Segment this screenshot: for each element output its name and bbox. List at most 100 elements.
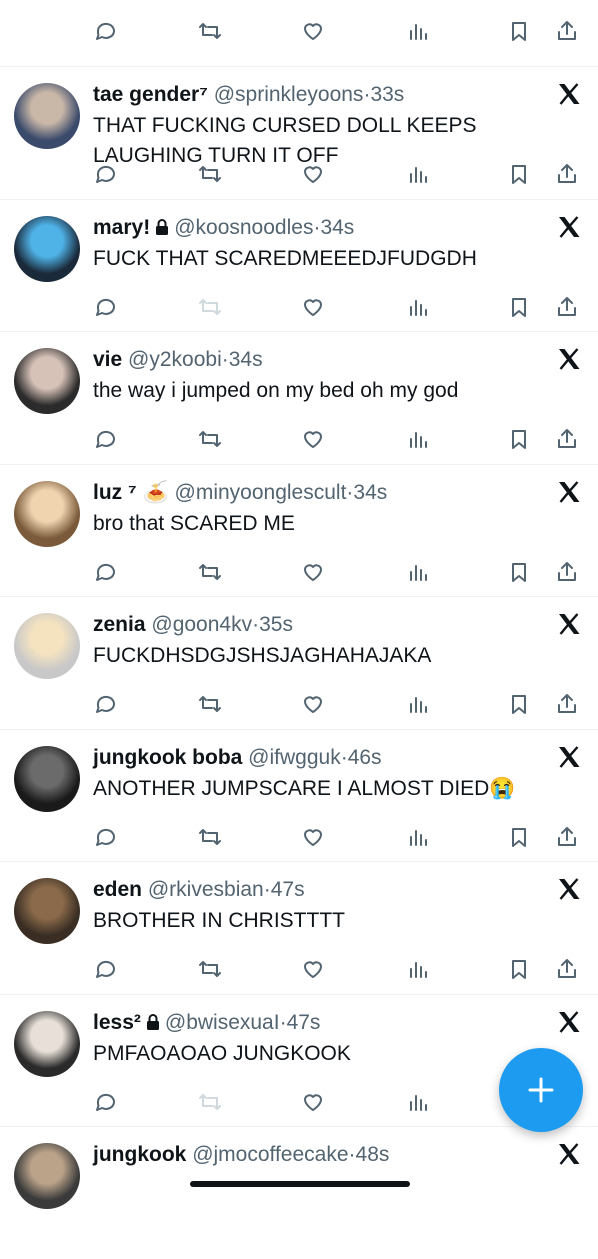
reply-button[interactable] [91, 823, 121, 853]
timestamp[interactable]: 46s [348, 746, 382, 769]
share-button[interactable] [553, 17, 583, 47]
retweet-button[interactable] [195, 955, 225, 985]
bookmark-button[interactable] [505, 955, 535, 985]
retweet-button[interactable] [195, 425, 225, 455]
handle[interactable]: @koosnoodles [174, 216, 313, 239]
display-name[interactable]: zenia [93, 613, 146, 636]
avatar[interactable] [14, 1143, 80, 1209]
like-button[interactable] [299, 160, 329, 190]
like-button[interactable] [299, 558, 329, 588]
like-button[interactable] [299, 690, 329, 720]
like-button[interactable] [299, 1088, 329, 1118]
like-button[interactable] [299, 823, 329, 853]
reply-button[interactable] [91, 558, 121, 588]
avatar[interactable] [14, 878, 80, 944]
tweet[interactable]: mary! @koosnoodles·34s FUCK THAT SCAREDMEE… [0, 199, 598, 332]
display-name[interactable]: vie [93, 348, 122, 371]
retweet-button[interactable] [195, 1088, 225, 1118]
timestamp[interactable]: 47s [271, 878, 305, 901]
views-button[interactable] [403, 1088, 433, 1118]
reply-button[interactable] [91, 293, 121, 323]
timestamp[interactable]: 34s [229, 348, 263, 371]
views-button[interactable] [403, 160, 433, 190]
like-button[interactable] [299, 955, 329, 985]
avatar[interactable] [14, 481, 80, 547]
reply-button[interactable] [91, 160, 121, 190]
timestamp[interactable]: 47s [287, 1011, 321, 1034]
handle[interactable]: @goon4kv [151, 613, 252, 636]
bookmark-button[interactable] [505, 293, 535, 323]
retweet-button[interactable] [195, 293, 225, 323]
handle[interactable]: @jmocoffeecake [192, 1143, 348, 1166]
reply-button[interactable] [91, 17, 121, 47]
display-name[interactable]: jungkook [93, 1143, 186, 1166]
reply-button[interactable] [91, 425, 121, 455]
share-button[interactable] [553, 425, 583, 455]
reply-button[interactable] [91, 1088, 121, 1118]
display-name[interactable]: jungkook boba [93, 746, 242, 769]
handle[interactable]: @y2koobi [128, 348, 222, 371]
compose-tweet-button[interactable] [499, 1048, 583, 1132]
like-button[interactable] [299, 17, 329, 47]
display-name[interactable]: eden [93, 878, 142, 901]
avatar[interactable] [14, 216, 80, 282]
bookmark-button[interactable] [505, 17, 535, 47]
bookmark-button[interactable] [505, 160, 535, 190]
share-button[interactable] [553, 690, 583, 720]
views-button[interactable] [403, 955, 433, 985]
handle[interactable]: @sprinkleyoons [214, 83, 364, 106]
retweet-button[interactable] [195, 690, 225, 720]
x-logo-icon [556, 744, 582, 770]
bookmark-button[interactable] [505, 690, 535, 720]
avatar[interactable] [14, 83, 80, 149]
display-name[interactable]: less² [93, 1011, 141, 1034]
avatar[interactable] [14, 348, 80, 414]
reply-button[interactable] [91, 690, 121, 720]
reply-button[interactable] [91, 955, 121, 985]
retweet-button[interactable] [195, 558, 225, 588]
display-name[interactable]: tae gender⁷ [93, 83, 208, 106]
avatar[interactable] [14, 613, 80, 679]
views-button[interactable] [403, 293, 433, 323]
share-button[interactable] [553, 160, 583, 190]
timestamp[interactable]: 48s [356, 1143, 390, 1166]
tweet[interactable]: vie @y2koobi·34s the way i jumped on my b… [0, 331, 598, 464]
tweet[interactable]: luz ⁷ 🍝 @minyoonglescult·34s bro that SCA… [0, 464, 598, 597]
share-button[interactable] [553, 823, 583, 853]
retweet-button[interactable] [195, 17, 225, 47]
display-name[interactable]: mary! [93, 216, 150, 239]
avatar[interactable] [14, 1011, 80, 1077]
views-button[interactable] [403, 425, 433, 455]
bookmark-button[interactable] [505, 558, 535, 588]
tweet[interactable]: jungkook @jmocoffeecake·48s [0, 1126, 598, 1259]
views-button[interactable] [403, 690, 433, 720]
like-button[interactable] [299, 425, 329, 455]
retweet-button[interactable] [195, 160, 225, 190]
avatar[interactable] [14, 746, 80, 812]
handle[interactable]: @rkivesbian [148, 878, 264, 901]
handle[interactable]: @ifwgguk [248, 746, 341, 769]
views-button[interactable] [403, 558, 433, 588]
reply-icon [96, 298, 115, 316]
views-button[interactable] [403, 17, 433, 47]
retweet-button[interactable] [195, 823, 225, 853]
tweet[interactable]: jungkook boba @ifwgguk·46s ANOTHER JUMPSC… [0, 729, 598, 862]
tweet-header: jungkook boba @ifwgguk·46s [93, 744, 382, 772]
handle[interactable]: @bwisexuaI [165, 1011, 280, 1034]
handle[interactable]: @minyoonglescult [175, 481, 347, 504]
bookmark-button[interactable] [505, 425, 535, 455]
tweet[interactable]: tae gender⁷ @sprinkleyoons·33s THAT FUCKI… [0, 66, 598, 199]
share-button[interactable] [553, 558, 583, 588]
timestamp[interactable]: 35s [259, 613, 293, 636]
bookmark-button[interactable] [505, 823, 535, 853]
timestamp[interactable]: 34s [320, 216, 354, 239]
tweet[interactable]: zenia @goon4kv·35s FUCKDHSDGJSHSJAGHAHAJA… [0, 596, 598, 729]
tweet[interactable]: eden @rkivesbian·47s BROTHER IN CHRISTTTT [0, 861, 598, 994]
display-name[interactable]: luz ⁷ [93, 481, 137, 504]
like-button[interactable] [299, 293, 329, 323]
share-button[interactable] [553, 955, 583, 985]
share-button[interactable] [553, 293, 583, 323]
timestamp[interactable]: 33s [370, 83, 404, 106]
views-button[interactable] [403, 823, 433, 853]
timestamp[interactable]: 34s [353, 481, 387, 504]
